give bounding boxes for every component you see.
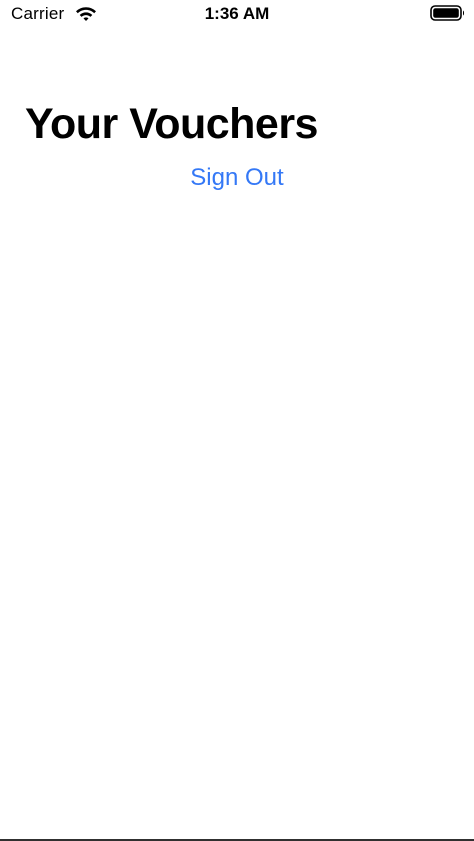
status-time: 1:36 AM <box>204 4 270 23</box>
sign-out-button[interactable]: Sign Out <box>0 163 474 193</box>
status-bar: Carrier 1:36 AM <box>0 0 474 28</box>
battery-full-icon <box>430 5 465 21</box>
page-title: Your Vouchers <box>25 100 318 148</box>
